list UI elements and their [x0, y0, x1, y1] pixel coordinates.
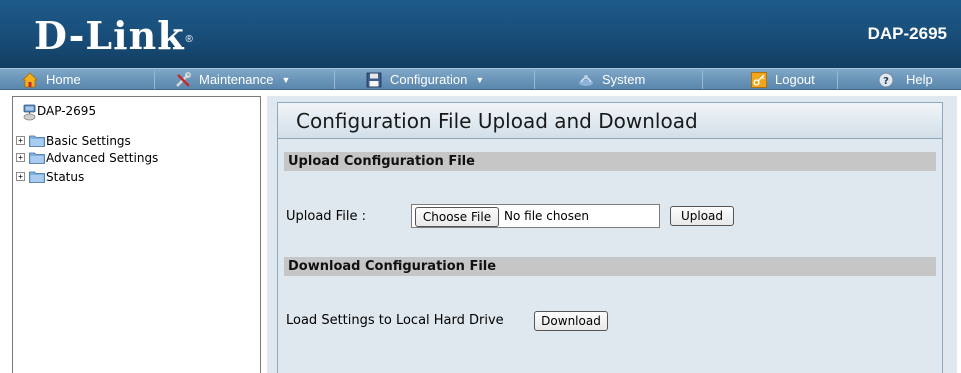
svg-text:?: ?	[883, 76, 889, 87]
chevron-down-icon: ▼	[281, 75, 291, 86]
file-status-text: No file chosen	[504, 209, 590, 223]
nav-help[interactable]: ? Help	[878, 69, 933, 90]
tree-item-status[interactable]: + Status	[13, 169, 213, 185]
main-content: Configuration File Upload and Download U…	[267, 96, 957, 373]
tree-root-label: DAP-2695	[37, 104, 97, 118]
system-icon	[579, 74, 593, 86]
nav-divider	[154, 71, 155, 89]
upload-button[interactable]: Upload	[670, 206, 734, 226]
top-nav-bar: Home Maintenance ▼ Configuration ▼ System	[0, 68, 961, 90]
page-title: Configuration File Upload and Download	[278, 103, 942, 139]
nav-divider	[534, 71, 535, 89]
dlink-logo: D-Link®	[34, 13, 194, 58]
tree-item-advanced-settings[interactable]: + Advanced Settings	[13, 150, 213, 166]
nav-divider	[334, 71, 335, 89]
folder-icon	[29, 152, 45, 164]
expand-icon[interactable]: +	[16, 172, 25, 181]
tree-item-label: Status	[46, 170, 85, 184]
download-button[interactable]: Download	[534, 311, 608, 331]
expand-icon[interactable]: +	[16, 136, 25, 145]
nav-logout-label: Logout	[775, 72, 815, 87]
nav-logout[interactable]: Logout	[751, 69, 815, 90]
nav-configuration-label: Configuration	[390, 72, 468, 87]
network-device-icon	[23, 104, 36, 121]
nav-divider	[837, 71, 838, 89]
upload-file-label: Upload File :	[286, 209, 366, 224]
help-icon: ?	[878, 72, 894, 88]
nav-home-label: Home	[46, 72, 81, 87]
nav-help-label: Help	[906, 72, 933, 87]
tools-icon	[176, 71, 191, 87]
tree-item-label: Advanced Settings	[46, 151, 159, 165]
nav-maintenance-label: Maintenance	[199, 72, 274, 87]
file-input[interactable]: Choose File No file chosen	[411, 204, 660, 228]
nav-maintenance[interactable]: Maintenance ▼	[175, 69, 290, 90]
upload-section-header: Upload Configuration File	[284, 152, 936, 171]
header-banner: D-Link® DAP-2695	[0, 0, 961, 68]
key-icon	[751, 71, 767, 88]
nav-system-label: System	[602, 72, 646, 87]
model-name: DAP-2695	[867, 24, 947, 43]
floppy-disk-icon	[366, 72, 382, 87]
nav-divider	[702, 71, 703, 89]
tree-item-label: Basic Settings	[46, 134, 131, 148]
download-label: Load Settings to Local Hard Drive	[286, 313, 504, 328]
expand-icon[interactable]: +	[16, 153, 25, 162]
folder-icon	[29, 135, 45, 147]
nav-system[interactable]: System	[578, 69, 645, 90]
nav-configuration[interactable]: Configuration ▼	[366, 69, 484, 90]
chevron-down-icon: ▼	[475, 75, 485, 86]
home-icon	[22, 71, 38, 87]
download-section-header: Download Configuration File	[284, 257, 936, 276]
tree-item-basic-settings[interactable]: + Basic Settings	[13, 133, 213, 149]
choose-file-button[interactable]: Choose File	[415, 207, 499, 227]
config-panel: Configuration File Upload and Download U…	[277, 102, 943, 373]
nav-home[interactable]: Home	[22, 69, 81, 90]
folder-icon	[29, 171, 45, 183]
navigation-tree: DAP-2695 + Basic Settings + Advanced Set…	[12, 96, 261, 373]
